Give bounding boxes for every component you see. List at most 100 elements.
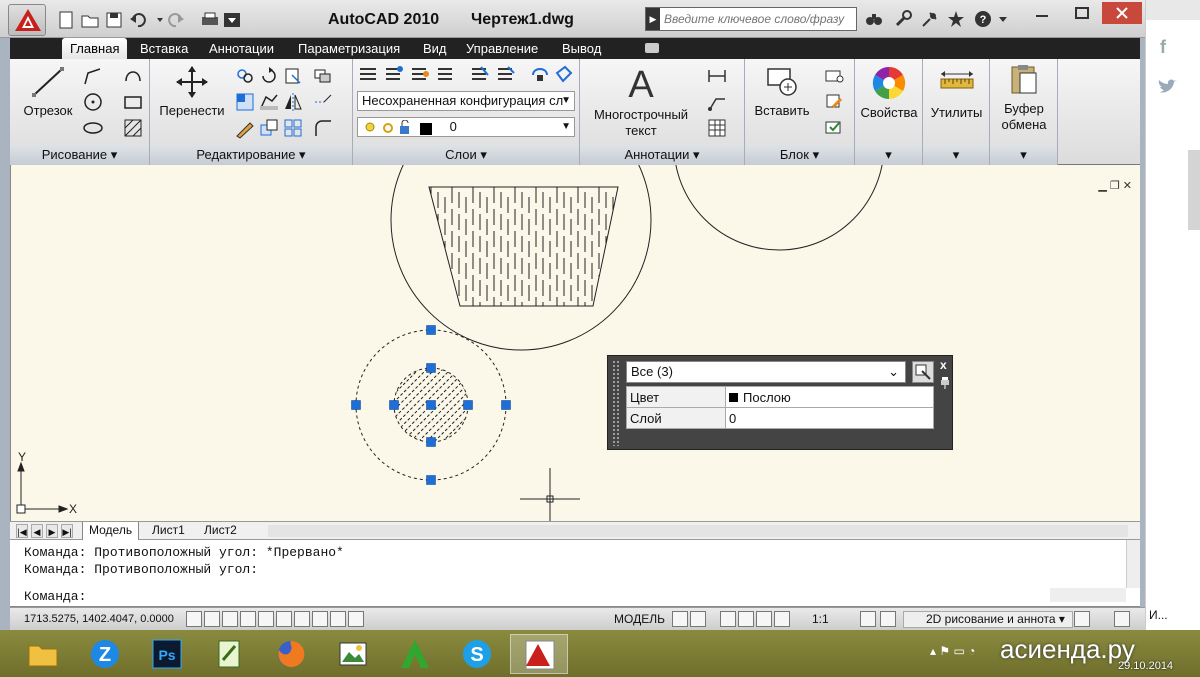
lineweight-icon[interactable] (330, 611, 346, 627)
command-vertical-scrollbar[interactable] (1126, 540, 1140, 588)
object-snap-icon[interactable] (258, 611, 274, 627)
tab-layout1[interactable]: Лист1 (146, 522, 191, 540)
steering-wheel-icon[interactable] (756, 611, 772, 627)
firefox-icon[interactable] (262, 634, 320, 674)
stretch-icon[interactable] (258, 91, 280, 113)
array-icon[interactable] (258, 117, 280, 139)
rect-array-icon[interactable] (282, 117, 304, 139)
tab-model[interactable]: Модель (82, 522, 140, 540)
utilities-expand-icon[interactable]: ▾ (923, 145, 989, 165)
pan-icon[interactable] (720, 611, 736, 627)
tab-parametric[interactable]: Параметризация (290, 38, 408, 59)
prev-tab-arrow-icon[interactable]: ◀ (31, 524, 43, 538)
quick-select-icon[interactable] (912, 361, 934, 383)
communication-center-icon[interactable] (920, 9, 940, 29)
help-dropdown-icon[interactable] (994, 9, 1014, 29)
circle-tool-icon[interactable] (82, 91, 104, 113)
clean-screen-icon[interactable] (1114, 611, 1130, 627)
lock-toolbars-icon[interactable] (1074, 611, 1090, 627)
selection-filter-dropdown[interactable]: Все (3) ⌄ (626, 361, 906, 383)
layer-state-icon[interactable] (383, 63, 405, 85)
arc-icon[interactable] (122, 65, 144, 87)
minimize-button[interactable] (1022, 2, 1062, 24)
tab-manage[interactable]: Управление (458, 38, 546, 59)
quick-properties-icon[interactable] (348, 611, 364, 627)
autocad-taskbar-icon[interactable] (510, 634, 568, 674)
rectangle-tool-icon[interactable] (122, 91, 144, 113)
quick-access-dropdown-icon[interactable] (222, 10, 242, 30)
hatch-tool-icon[interactable] (122, 117, 144, 139)
green-a-app-icon[interactable] (386, 634, 444, 674)
undo-icon[interactable] (128, 10, 148, 30)
rotate-icon[interactable] (258, 65, 280, 87)
workspace-switcher[interactable]: 2D рисование и аннота ▾ (903, 611, 1073, 628)
properties-expand-icon[interactable]: ▾ (855, 145, 922, 165)
layer-freeze-icon[interactable] (495, 63, 517, 85)
erase-icon[interactable] (312, 65, 334, 87)
layers-panel-title[interactable]: Слои ▾ (353, 145, 579, 165)
layer-properties-icon[interactable] (357, 63, 379, 85)
polar-tracking-icon[interactable] (240, 611, 256, 627)
grid-display-icon[interactable] (204, 611, 220, 627)
zoom-app-icon[interactable]: Z (76, 634, 134, 674)
mirror-axis-icon[interactable] (282, 91, 304, 113)
next-tab-arrow-icon[interactable]: ▶ (46, 524, 58, 538)
quick-view-layouts-icon[interactable] (672, 611, 688, 627)
dimension-icon[interactable] (706, 65, 728, 87)
help-icon[interactable]: ? (973, 9, 993, 29)
twitter-icon[interactable] (1157, 78, 1179, 96)
pin-icon[interactable] (940, 376, 950, 390)
new-file-icon[interactable] (56, 10, 76, 30)
binoculars-icon[interactable] (864, 9, 884, 29)
table-icon[interactable] (706, 117, 728, 139)
photo-viewer-icon[interactable] (324, 634, 382, 674)
copy-icon[interactable] (234, 65, 256, 87)
layer-off-icon[interactable] (469, 63, 491, 85)
line-button[interactable]: Отрезок (16, 65, 80, 119)
viewport-minimize-icon[interactable]: ▁ (1098, 180, 1106, 192)
application-menu-button[interactable] (8, 4, 46, 36)
dynamic-ucs-icon[interactable] (294, 611, 310, 627)
polyline-icon[interactable] (82, 65, 104, 87)
current-layer-combo[interactable]: 0 ▼ (357, 117, 575, 137)
properties-button[interactable]: Свойства (857, 65, 921, 121)
wrench-icon[interactable] (893, 9, 913, 29)
command-horizontal-scrollbar[interactable] (1050, 588, 1126, 602)
viewport-restore-icon[interactable]: ❐ (1110, 180, 1120, 192)
quick-view-drawings-icon[interactable] (690, 611, 706, 627)
annotation-visibility-icon[interactable] (860, 611, 876, 627)
facebook-icon[interactable]: f (1160, 37, 1166, 58)
zoom-icon[interactable] (738, 611, 754, 627)
browser-scrollbar[interactable] (1188, 150, 1200, 230)
object-snap-tracking-icon[interactable] (276, 611, 292, 627)
system-tray-icons[interactable]: ▴ ⚑ ▭ ◔ (930, 644, 975, 658)
annotation-scale[interactable]: 1:1 (812, 612, 829, 626)
hatched-polygon[interactable] (428, 186, 619, 307)
redo-icon[interactable] (166, 10, 186, 30)
layer-lock-icon[interactable] (553, 63, 575, 85)
utilities-button[interactable]: Утилиты (925, 65, 988, 121)
first-tab-arrow-icon[interactable]: |◀ (16, 524, 28, 538)
mtext-button[interactable]: A Многострочный текст (586, 63, 696, 139)
leader-icon[interactable] (706, 91, 728, 113)
skype-icon[interactable]: S (448, 634, 506, 674)
ribbon-minimize-icon[interactable] (645, 43, 659, 53)
clipboard-expand-icon[interactable]: ▾ (990, 145, 1057, 165)
draw-panel-title[interactable]: Рисование ▾ (10, 145, 149, 165)
photoshop-icon[interactable]: Ps (138, 634, 196, 674)
selection-grips[interactable] (351, 325, 511, 485)
save-icon[interactable] (104, 10, 124, 30)
clipboard-button[interactable]: Буфер обмена (992, 63, 1056, 133)
edit-attributes-icon[interactable] (823, 117, 845, 139)
search-expand-icon[interactable]: ▶ (646, 8, 660, 30)
block-panel-title[interactable]: Блок ▾ (745, 145, 854, 165)
dynamic-input-icon[interactable] (312, 611, 328, 627)
file-explorer-icon[interactable] (14, 634, 72, 674)
mirror-icon[interactable] (234, 91, 256, 113)
insert-block-button[interactable]: Вставить (747, 65, 817, 119)
fillet-icon[interactable] (312, 117, 334, 139)
ortho-mode-icon[interactable] (222, 611, 238, 627)
create-block-icon[interactable] (823, 65, 845, 87)
drag-grip-handle[interactable] (612, 360, 620, 446)
layer-walk-icon[interactable] (529, 63, 551, 85)
